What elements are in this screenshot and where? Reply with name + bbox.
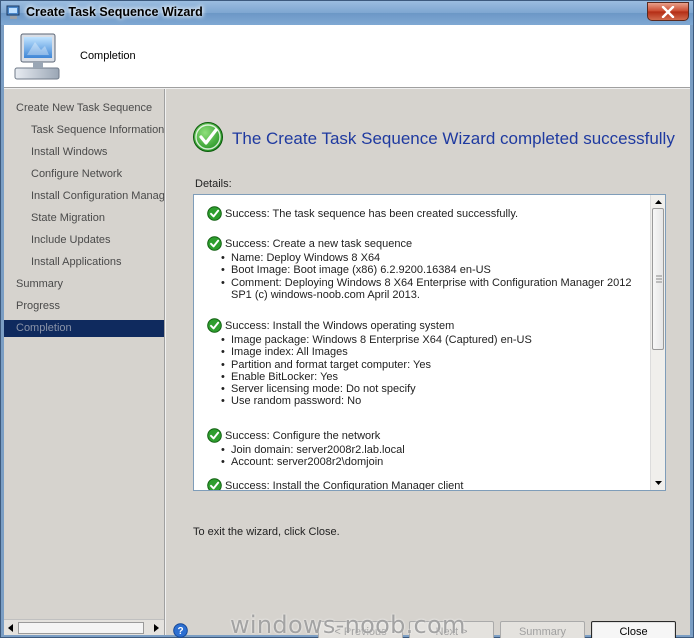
details-bullet: Join domain: server2008r2.lab.local: [221, 444, 647, 457]
wizard-main: The Create Task Sequence Wizard complete…: [166, 89, 690, 638]
nav-item: Create New Task Sequence: [16, 102, 153, 114]
success-check-icon: [207, 428, 222, 443]
scroll-up-icon[interactable]: [653, 196, 664, 208]
details-entry-title: Success: Configure the network: [225, 430, 381, 442]
title-bar[interactable]: Create Task Sequence Wizard: [1, 1, 693, 25]
nav-item: Install Applications: [31, 256, 122, 268]
details-bullet: Boot Image: Boot image (x86) 6.2.9200.16…: [221, 264, 647, 277]
details-scroll-thumb[interactable]: [652, 208, 664, 350]
summary-button[interactable]: Summary: [500, 621, 585, 638]
nav-item: Include Updates: [31, 234, 111, 246]
details-entry: Success: The task sequence has been crea…: [207, 206, 647, 222]
details-bullet: Account: server2008r2\domjoin: [221, 456, 647, 469]
details-label: Details:: [195, 178, 232, 190]
details-entry-title: Success: Create a new task sequence: [225, 238, 413, 250]
details-bullet: Enable BitLocker: Yes: [221, 371, 647, 384]
scroll-left-icon[interactable]: [5, 622, 17, 634]
scroll-right-icon[interactable]: [150, 622, 162, 634]
details-bullet: Partition and format target computer: Ye…: [221, 359, 647, 372]
details-bullet-list: Image package: Windows 8 Enterprise X64 …: [221, 334, 647, 408]
details-bullet: Image index: All Images: [221, 346, 647, 359]
details-bullet: Image package: Windows 8 Enterprise X64 …: [221, 334, 647, 347]
wizard-window: Create Task Sequence Wizard Completion C…: [0, 0, 694, 638]
details-entry-title: Success: Install the Windows operating s…: [225, 320, 455, 332]
nav-item: Progress: [16, 300, 61, 312]
success-check-icon: [193, 122, 223, 152]
close-button[interactable]: Close: [591, 621, 676, 638]
computer-icon: [14, 33, 60, 80]
details-entry: Success: Configure the network Join domai…: [207, 428, 647, 469]
close-icon: [661, 6, 675, 18]
details-content: Success: The task sequence has been crea…: [194, 195, 651, 490]
success-check-icon: [207, 206, 222, 221]
details-bullet: Comment: Deploying Windows 8 X64 Enterpr…: [221, 277, 647, 302]
details-panel[interactable]: Success: The task sequence has been crea…: [193, 194, 666, 491]
nav-item: Completion: [4, 320, 164, 337]
wizard-nav: Create New Task Sequence Task Sequence In…: [4, 89, 165, 635]
nav-item: Summary: [16, 278, 64, 290]
nav-item: Task Sequence Information: [31, 124, 164, 136]
exit-instruction: To exit the wizard, click Close.: [193, 526, 340, 538]
details-bullet: Name: Deploy Windows 8 X64: [221, 252, 647, 265]
details-bullet-list: Join domain: server2008r2.lab.localAccou…: [221, 444, 647, 469]
details-entry: Success: Install the Windows operating s…: [207, 318, 647, 408]
nav-item: Install Windows: [31, 146, 108, 158]
scroll-down-icon[interactable]: [653, 477, 664, 489]
details-entry-title: Success: The task sequence has been crea…: [225, 208, 519, 220]
success-check-icon: [207, 318, 222, 333]
details-vertical-scrollbar[interactable]: [650, 195, 665, 490]
nav-item: Configure Network: [31, 168, 123, 180]
details-bullet: Server licensing mode: Do not specify: [221, 383, 647, 396]
completion-heading: The Create Task Sequence Wizard complete…: [232, 129, 675, 148]
window-close-button[interactable]: [647, 2, 689, 21]
success-check-icon: [207, 478, 222, 490]
app-icon: [6, 5, 20, 19]
nav-horizontal-scrollbar[interactable]: [4, 619, 164, 635]
details-bullet: Use random password: No: [221, 395, 647, 408]
success-check-icon: [207, 236, 222, 251]
details-entry-title: Success: Install the Configuration Manag…: [225, 480, 464, 490]
wizard-client: Completion Create New Task Sequence Task …: [4, 25, 690, 638]
nav-item: Install Configuration Manag: [31, 190, 164, 202]
wizard-header: Completion: [4, 25, 690, 88]
details-entry: Success: Install the Configuration Manag…: [207, 478, 647, 490]
svg-text:?: ?: [177, 626, 183, 637]
details-bullet-list: Name: Deploy Windows 8 X64Boot Image: Bo…: [221, 252, 647, 301]
help-icon[interactable]: ?: [173, 623, 188, 638]
nav-scroll-thumb[interactable]: [18, 622, 144, 634]
nav-item: State Migration: [31, 212, 105, 224]
window-title: Create Task Sequence Wizard: [26, 5, 203, 19]
details-entry: Success: Create a new task sequence Name:…: [207, 236, 647, 301]
scroll-grip-icon: [656, 275, 662, 283]
page-title: Completion: [80, 50, 136, 62]
watermark-text: windows-noob.com: [230, 611, 466, 638]
